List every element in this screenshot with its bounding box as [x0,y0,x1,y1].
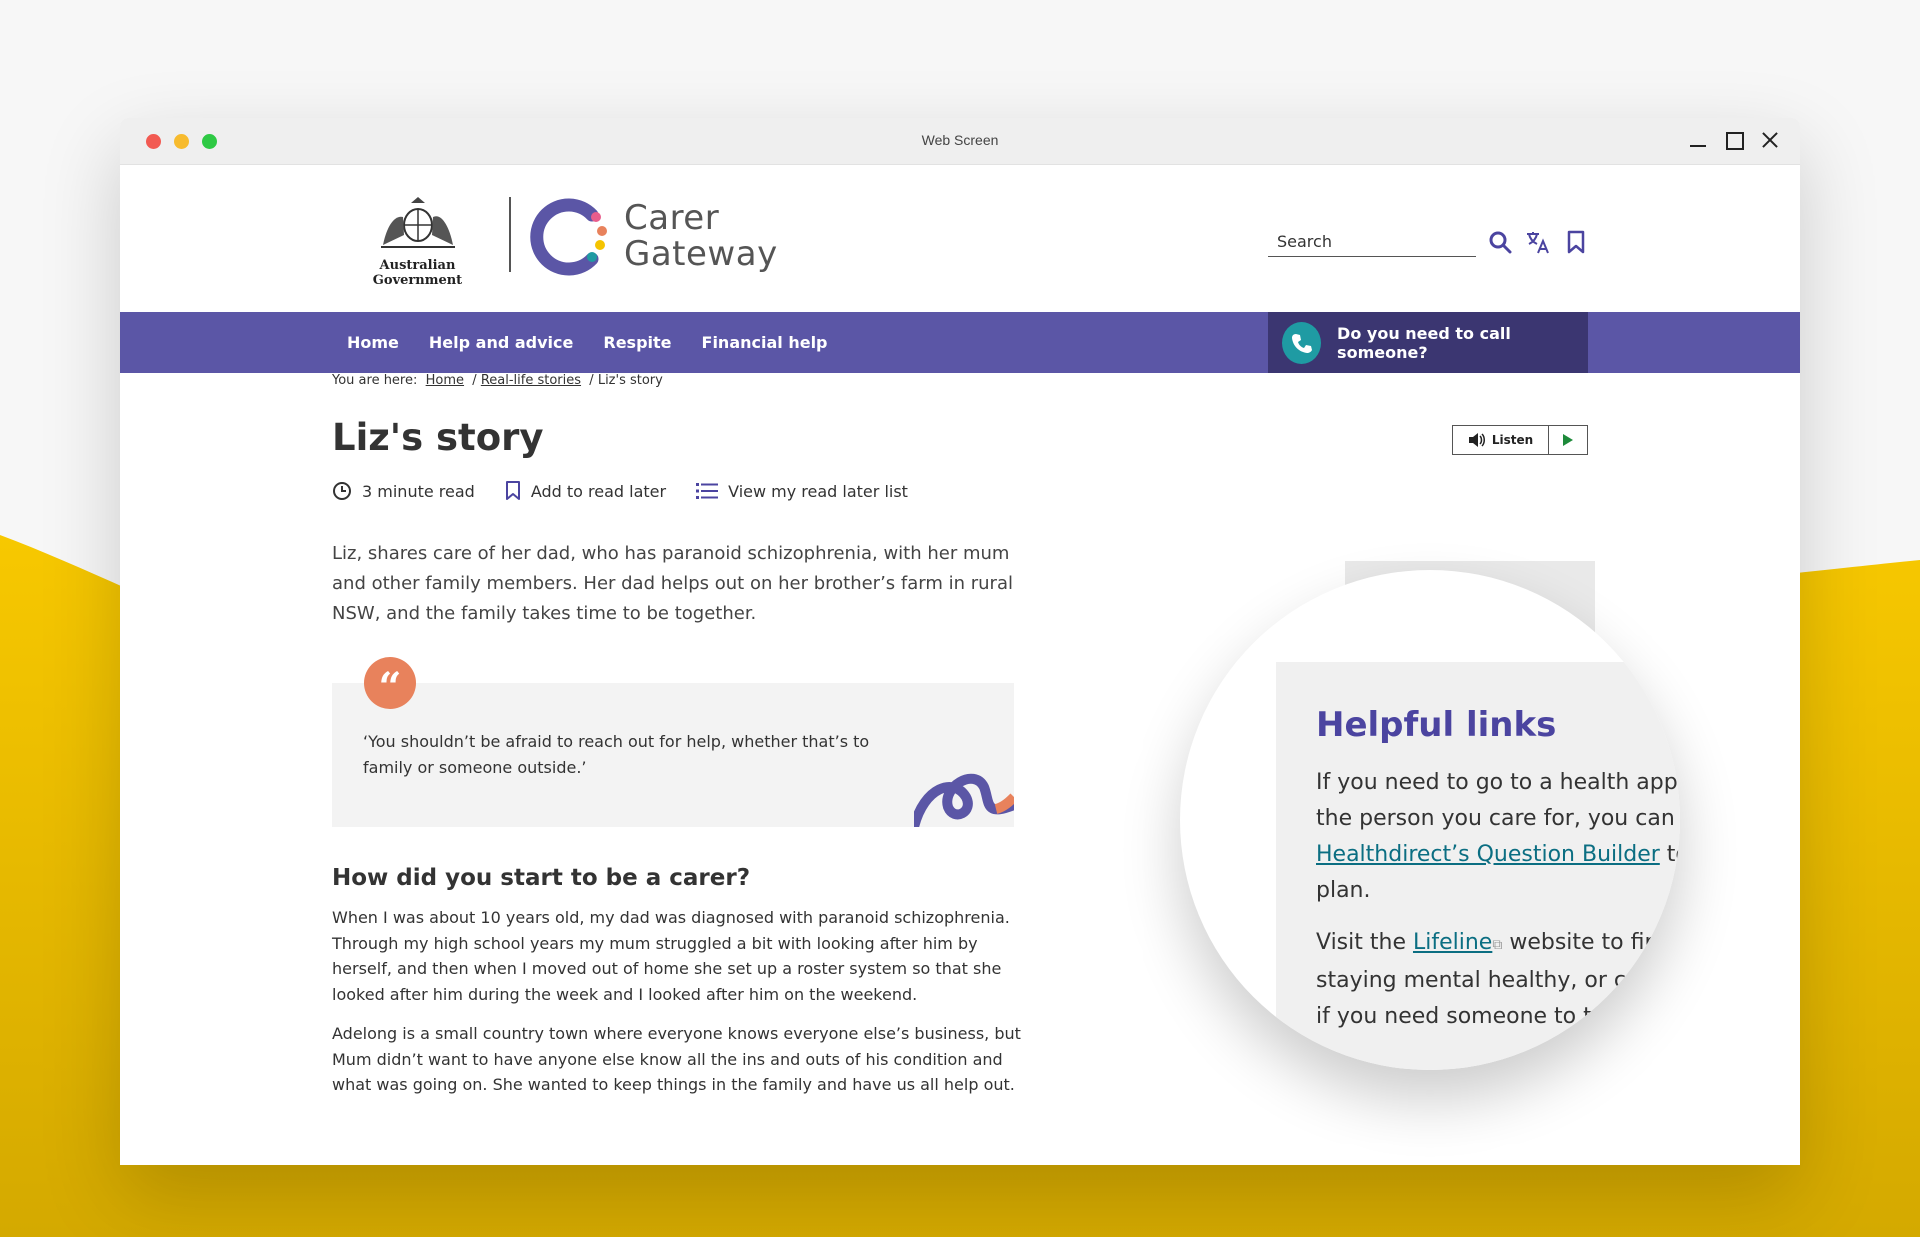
call-someone-button[interactable]: Do you need to call someone? [1268,312,1588,373]
magnified-helpful-links: Helpful links If you need to go to a hea… [1180,570,1680,1070]
ribbon-decoration-icon [914,773,1014,827]
carer-gateway-logo[interactable]: Carer Gateway [530,195,778,277]
article-intro: Liz, shares care of her dad, who has par… [332,543,1013,624]
search-bar [1268,227,1590,257]
search-input[interactable] [1268,227,1476,257]
helpful-links-line: to [1666,842,1680,867]
government-logo[interactable]: Australian Government [340,195,495,288]
government-name: Australian Government [372,258,463,288]
breadcrumb-home[interactable]: Home [426,373,464,388]
translate-icon[interactable] [1524,228,1552,256]
brand-line-2: Gateway [624,234,778,274]
quote-icon: “ [364,657,416,711]
nav-item-respite[interactable]: Respite [603,333,671,352]
bookmark-icon [505,481,520,500]
section-title: How did you start to be a carer? [332,865,751,891]
helpful-links-line: staying mental healthy, or call [1316,968,1652,993]
helpful-links-line: the person you care for, you can us [1316,806,1680,831]
helpful-links-line: if you need someone to ta [1316,1004,1606,1029]
minimize-icon[interactable] [1688,130,1708,150]
search-icon[interactable] [1486,228,1514,256]
breadcrumb-prefix: You are here: [332,373,418,388]
carer-gateway-mark-icon [530,198,607,276]
breadcrumb-separator: / [589,373,594,388]
breadcrumb-real-life-stories[interactable]: Real-life stories [481,373,581,388]
main-nav: Home Help and advice Respite Financial h… [120,312,1800,373]
phone-icon [1282,321,1322,364]
nav-item-financial-help[interactable]: Financial help [702,333,828,352]
add-read-later-label: Add to read later [530,481,667,501]
article-paragraph: When I was about 10 years old, my dad wa… [332,908,1010,1004]
close-icon[interactable] [1760,130,1780,150]
healthdirect-question-builder-link[interactable]: Healthdirect’s Question Builder [1316,842,1660,867]
browser-window: Web Screen Australian Government Carer G… [120,118,1800,1165]
coat-of-arms-icon [380,197,455,248]
external-link-icon: ⧉ [1492,937,1503,953]
clock-icon [333,482,351,500]
view-list-label: View my read later list [728,481,908,501]
read-time: 3 minute read [332,481,475,501]
brand-line-1: Carer [624,198,720,238]
breadcrumb: You are here: Home / Real-life stories /… [332,373,1032,388]
lifeline-link[interactable]: Lifeline [1413,930,1492,955]
title-bar: Web Screen [120,118,1800,165]
view-read-later-list-button[interactable]: View my read later list [696,482,908,501]
article-content: You are here: Home / Real-life stories /… [332,373,1032,1098]
page-title: Liz's story [332,416,544,459]
maximize-icon[interactable] [1724,130,1744,150]
helpful-links-line: plan. [1316,878,1371,903]
quote-text: ‘You shouldn’t be afraid to reach out fo… [363,732,870,777]
call-someone-label: Do you need to call someone? [1337,323,1511,362]
logo-divider [509,197,511,272]
listen-label: Listen [1491,433,1534,447]
play-icon[interactable] [1549,426,1587,454]
speaker-icon [1468,433,1485,447]
helpful-links-line: website to fin [1502,930,1659,955]
nav-item-home[interactable]: Home [347,333,399,352]
article-meta: 3 minute read Add to read later View my … [332,481,1032,501]
breadcrumb-current: Liz's story [597,373,663,388]
helpful-links-line: If you need to go to a health appoi [1316,770,1680,795]
breadcrumb-separator: / [472,373,477,388]
window-title: Web Screen [921,132,999,148]
bookmark-icon[interactable] [1562,228,1590,256]
helpful-links-text: If you need to go to a health appoi the … [1316,765,1680,1035]
site-header: Australian Government Carer Gateway [120,165,1800,312]
helpful-links-line: Visit the [1316,930,1413,955]
read-time-label: 3 minute read [362,481,475,501]
add-to-read-later-button[interactable]: Add to read later [505,481,666,501]
helpful-links-title: Helpful links [1316,705,1557,745]
listen-button[interactable]: Listen [1452,425,1588,455]
nav-item-help-and-advice[interactable]: Help and advice [429,333,573,352]
article-paragraph: Adelong is a small country town where ev… [332,1024,1021,1094]
pull-quote: “ ‘You shouldn’t be afraid to reach out … [332,657,1014,827]
list-icon [696,483,719,499]
